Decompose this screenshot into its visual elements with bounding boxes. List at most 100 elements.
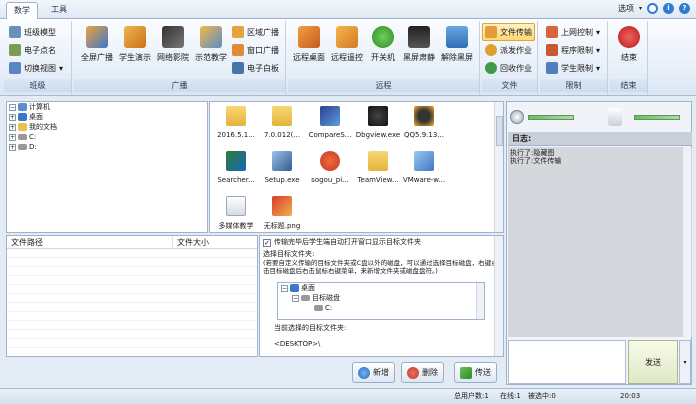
info-icon[interactable]: i bbox=[663, 3, 674, 14]
collapse-icon[interactable]: − bbox=[281, 284, 288, 292]
student-limit-button[interactable]: 学生限制 ▾ bbox=[544, 59, 602, 77]
drive-icon bbox=[18, 134, 27, 140]
switch-view-button[interactable]: 切换视图 ▾ bbox=[7, 59, 65, 77]
file-item[interactable]: sogou_pi... bbox=[306, 151, 354, 203]
auto-open-option[interactable]: ✓ 传输完毕后学生端自动打开窗口显示目标文件夹 bbox=[263, 238, 500, 247]
send-files-icon bbox=[460, 366, 472, 379]
window-broadcast-button[interactable]: 窗口广播 bbox=[230, 41, 281, 59]
program-limit-icon bbox=[546, 44, 558, 56]
message-input[interactable] bbox=[508, 340, 626, 384]
end-button[interactable]: 结束 bbox=[606, 24, 652, 74]
demo-teaching-icon bbox=[200, 26, 222, 48]
file-transfer-button[interactable]: 文件传输 bbox=[482, 23, 535, 41]
transfer-list: 文件路径 文件大小 bbox=[6, 235, 258, 357]
remote-control-icon bbox=[336, 26, 358, 48]
target-folder-label: 选择目标文件夹: bbox=[263, 250, 315, 258]
assign-homework-icon bbox=[485, 44, 497, 56]
remote-desktop-icon bbox=[298, 26, 320, 48]
tree-item-documents[interactable]: + 我的文档 bbox=[7, 122, 207, 132]
file-transfer-icon bbox=[485, 26, 497, 38]
collect-homework-button[interactable]: 回收作业 bbox=[483, 59, 534, 77]
area-broadcast-button[interactable]: 区域广播 bbox=[230, 23, 281, 41]
add-icon bbox=[358, 366, 370, 379]
computer-icon bbox=[18, 103, 27, 111]
list-row bbox=[7, 258, 257, 267]
col-file-path[interactable]: 文件路径 bbox=[7, 236, 173, 248]
internet-control-button[interactable]: 上网控制 ▾ bbox=[544, 23, 602, 41]
assign-homework-button[interactable]: 派发作业 bbox=[483, 41, 534, 59]
document-icon bbox=[226, 196, 246, 216]
tree-item-computer[interactable]: − 计算机 bbox=[7, 102, 207, 112]
target-tree-desktop[interactable]: − 桌面 bbox=[278, 283, 484, 293]
compare-app-icon bbox=[320, 106, 340, 126]
image-file-icon bbox=[272, 196, 292, 216]
collapse-icon[interactable]: − bbox=[292, 294, 299, 302]
target-tree-drive-c[interactable]: C: bbox=[278, 303, 484, 313]
transfer-options-panel: ✓ 传输完毕后学生端自动打开窗口显示目标文件夹 选择目标文件夹: (若要自定义传… bbox=[259, 235, 504, 357]
list-row bbox=[7, 339, 257, 348]
send-files-button[interactable]: 传送 bbox=[454, 362, 497, 383]
file-icon-view: 2016.5.1... 7.0.012(... CompareS... Dbgv… bbox=[209, 101, 504, 233]
qq-icon bbox=[414, 106, 434, 126]
program-limit-button[interactable]: 程序限制 ▾ bbox=[544, 41, 602, 59]
list-row bbox=[7, 249, 257, 258]
folder-icon bbox=[272, 106, 292, 126]
status-bar: 总用户数:1 在线:1 被选中:0 20:03 bbox=[0, 388, 696, 404]
roll-call-button[interactable]: 电子点名 bbox=[7, 41, 58, 59]
expand-icon[interactable]: + bbox=[9, 113, 16, 121]
action-bar: 新增 删除 传送 bbox=[6, 359, 504, 385]
tab-strip: 数学 工具 选项 ▾ i ? bbox=[0, 0, 696, 19]
demo-teaching-button[interactable]: 示范教学 bbox=[188, 24, 234, 74]
send-message-button[interactable]: 发送 bbox=[628, 340, 678, 384]
file-view-scrollbar[interactable] bbox=[494, 102, 503, 232]
sogou-icon bbox=[320, 151, 340, 171]
progress-bar bbox=[634, 114, 680, 120]
refresh-icon[interactable] bbox=[647, 3, 658, 14]
list-header: 文件路径 文件大小 bbox=[7, 236, 257, 249]
title-controls: 选项 ▾ i ? bbox=[618, 3, 690, 14]
roll-call-icon bbox=[9, 44, 21, 56]
scrollbar-thumb[interactable] bbox=[496, 116, 503, 146]
status-total-users: 总用户数:1 bbox=[454, 392, 489, 400]
desktop-icon bbox=[290, 284, 299, 292]
expand-icon[interactable]: + bbox=[9, 133, 16, 141]
tree-item-drive-d[interactable]: + D: bbox=[7, 142, 207, 152]
status-selected: 被选中:0 bbox=[528, 392, 556, 400]
send-options-dropdown[interactable]: ▾ bbox=[679, 340, 691, 384]
folder-tree: − 计算机 + 桌面 + 我的文档 + C: + D: bbox=[6, 101, 208, 233]
unlock-screen-button[interactable]: 解除黑屏 bbox=[434, 24, 480, 74]
current-target-label: 当前选择的目标文件夹: bbox=[274, 324, 347, 332]
help-icon[interactable]: ? bbox=[679, 3, 690, 14]
add-button[interactable]: 新增 bbox=[352, 362, 395, 383]
options-scrollbar[interactable] bbox=[494, 236, 503, 356]
chevron-down-icon: ▾ bbox=[596, 27, 601, 37]
status-online: 在线:1 bbox=[500, 392, 521, 400]
progress-bar bbox=[528, 114, 574, 120]
whiteboard-button[interactable]: 电子白板 bbox=[230, 59, 281, 77]
tree-item-drive-c[interactable]: + C: bbox=[7, 132, 207, 142]
log-scrollbar[interactable] bbox=[682, 147, 691, 337]
col-file-size[interactable]: 文件大小 bbox=[173, 236, 257, 248]
folder-icon bbox=[368, 151, 388, 171]
target-tree-disk[interactable]: − 目标磁盘 bbox=[278, 293, 484, 303]
chevron-down-icon: ▾ bbox=[59, 63, 64, 73]
tab-math[interactable]: 数学 bbox=[6, 2, 38, 19]
file-group-label: 文件 bbox=[482, 79, 537, 92]
class-model-button[interactable]: 班级模型 bbox=[7, 23, 58, 41]
log-line: 执行了:文件传输 bbox=[510, 157, 562, 165]
options-menu[interactable]: 选项 bbox=[618, 3, 634, 14]
tab-tools[interactable]: 工具 bbox=[44, 2, 74, 19]
collapse-icon[interactable]: − bbox=[9, 103, 16, 111]
list-row bbox=[7, 294, 257, 303]
main-window: 数学 工具 选项 ▾ i ? 班级模型 电子点名 切换视图 ▾ 班级 全屏广播 学… bbox=[0, 0, 696, 404]
file-item[interactable]: VMware-w... bbox=[400, 151, 448, 203]
file-item[interactable]: TeamView... bbox=[354, 151, 402, 203]
tree-item-desktop[interactable]: + 桌面 bbox=[7, 112, 207, 122]
auto-open-checkbox[interactable]: ✓ bbox=[263, 238, 271, 247]
limit-group-label: 限制 bbox=[540, 79, 607, 92]
target-tree-scrollbar[interactable] bbox=[476, 283, 484, 319]
expand-icon[interactable]: + bbox=[9, 123, 16, 131]
delete-button[interactable]: 删除 bbox=[401, 362, 444, 383]
expand-icon[interactable]: + bbox=[9, 143, 16, 151]
desktop-icon bbox=[18, 113, 27, 121]
